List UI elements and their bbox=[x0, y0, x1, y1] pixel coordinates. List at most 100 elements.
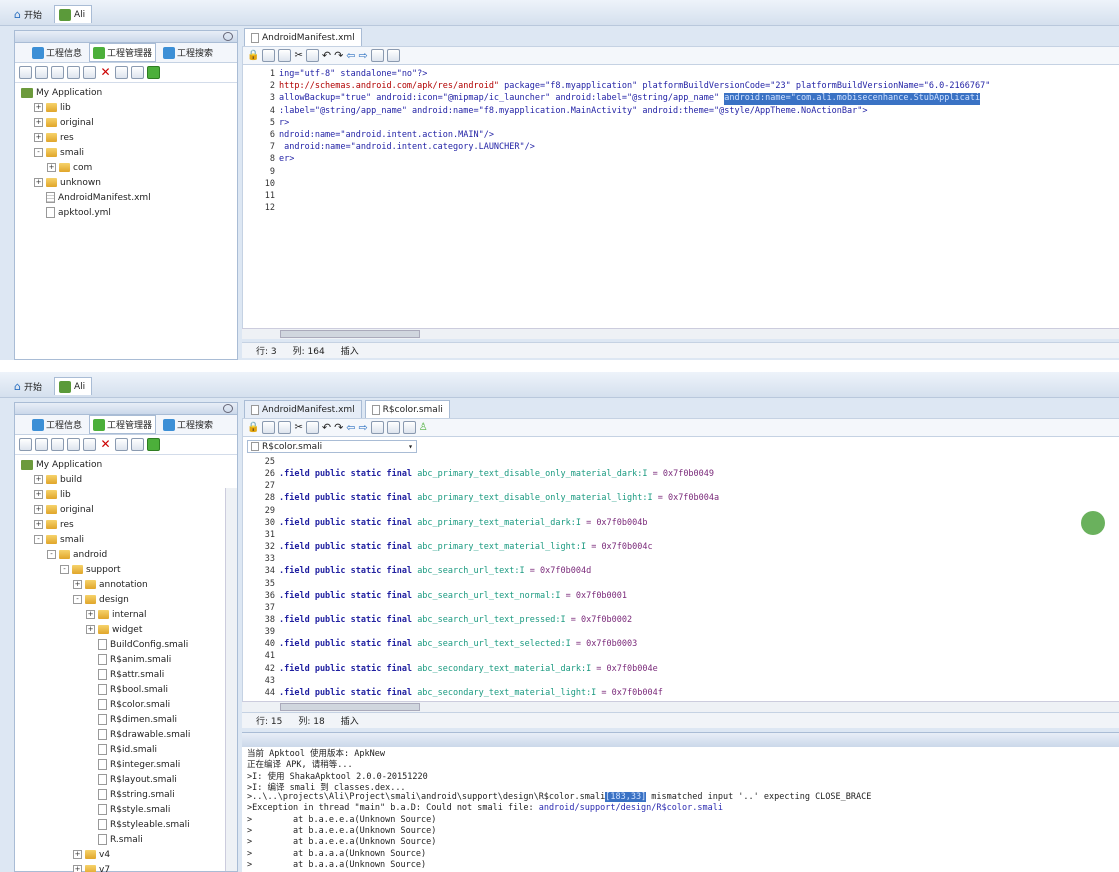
tab-project-search[interactable]: 工程搜索 bbox=[160, 44, 216, 61]
tab-project-info[interactable]: 工程信息 bbox=[29, 416, 85, 433]
collapse-icon[interactable]: - bbox=[34, 535, 43, 544]
tree-node[interactable]: R$string.smali bbox=[21, 787, 237, 802]
file-select[interactable]: R$color.smali ▾ bbox=[247, 440, 417, 453]
lock-icon[interactable]: 🔒 bbox=[247, 422, 259, 433]
paste-icon[interactable] bbox=[305, 421, 319, 434]
tree-node[interactable]: + lib bbox=[21, 487, 237, 502]
expand-icon[interactable]: + bbox=[34, 490, 43, 499]
expand-icon[interactable]: + bbox=[86, 625, 95, 634]
tab-home[interactable]: ⌂ 开始 bbox=[10, 377, 48, 395]
cut-icon[interactable]: ✂ bbox=[294, 422, 302, 433]
vertical-scrollbar[interactable] bbox=[225, 488, 237, 871]
tree-node[interactable]: + com bbox=[21, 160, 237, 175]
delete-icon[interactable]: ✕ bbox=[99, 438, 112, 451]
expand-icon[interactable]: + bbox=[47, 163, 56, 172]
code-editor[interactable]: 1 ing="utf-8" standalone="no"?> 2 http://sc… bbox=[242, 65, 1119, 328]
tree-node[interactable]: R$drawable.smali bbox=[21, 727, 237, 742]
undo-icon[interactable]: ↶ bbox=[322, 421, 331, 434]
horizontal-scrollbar[interactable] bbox=[242, 701, 1119, 712]
tab-project-manager[interactable]: 工程管理器 bbox=[89, 43, 157, 62]
list-icon[interactable] bbox=[402, 421, 416, 434]
tree-node[interactable]: R$attr.smali bbox=[21, 667, 237, 682]
tree-node[interactable]: + build bbox=[21, 472, 237, 487]
open-icon[interactable] bbox=[83, 438, 96, 451]
console-file-link[interactable]: android/support/design/R$color.smali bbox=[539, 803, 723, 813]
tree-node[interactable]: - smali bbox=[21, 145, 237, 160]
add-icon[interactable] bbox=[147, 438, 160, 451]
delete-icon[interactable]: ✕ bbox=[99, 66, 112, 79]
horizontal-scrollbar[interactable] bbox=[242, 328, 1119, 339]
tab-project-info[interactable]: 工程信息 bbox=[29, 44, 85, 61]
scroll-thumb[interactable] bbox=[280, 330, 420, 338]
tree-root[interactable]: My Application bbox=[21, 85, 237, 100]
page-icon[interactable] bbox=[131, 438, 144, 451]
expand-icon[interactable]: + bbox=[34, 118, 43, 127]
tree-node[interactable]: + annotation bbox=[21, 577, 237, 592]
tree-node[interactable]: R$layout.smali bbox=[21, 772, 237, 787]
tree-node[interactable]: R$dimen.smali bbox=[21, 712, 237, 727]
tree-node[interactable]: R$anim.smali bbox=[21, 652, 237, 667]
page-icon[interactable] bbox=[131, 66, 144, 79]
eye-icon[interactable] bbox=[223, 404, 233, 413]
expand-icon[interactable]: + bbox=[86, 610, 95, 619]
expand-icon[interactable]: + bbox=[73, 865, 82, 872]
copy-icon[interactable] bbox=[115, 438, 128, 451]
expand-icon[interactable]: + bbox=[73, 850, 82, 859]
forward-icon[interactable]: ⇨ bbox=[359, 49, 368, 62]
refresh-icon[interactable] bbox=[19, 438, 32, 451]
debug-icon[interactable]: ♙ bbox=[419, 422, 428, 433]
tree-node[interactable]: - smali bbox=[21, 532, 237, 547]
tab-home[interactable]: ⌂ 开始 bbox=[10, 5, 48, 23]
tab-project[interactable]: Ali bbox=[54, 377, 93, 395]
redo-icon[interactable]: ↷ bbox=[334, 49, 343, 62]
tree-node[interactable]: apktool.yml bbox=[21, 205, 237, 220]
find-icon[interactable] bbox=[67, 66, 80, 79]
forward-icon[interactable]: ⇨ bbox=[359, 421, 368, 434]
tree-node[interactable]: + original bbox=[21, 502, 237, 517]
tree-node[interactable]: + unknown bbox=[21, 175, 237, 190]
add-icon[interactable] bbox=[147, 66, 160, 79]
collapse-icon[interactable]: - bbox=[60, 565, 69, 574]
stop-icon[interactable] bbox=[51, 438, 64, 451]
editor-tab[interactable]: AndroidManifest.xml bbox=[244, 400, 362, 418]
tree-node[interactable]: - support bbox=[21, 562, 237, 577]
stop-icon[interactable] bbox=[51, 66, 64, 79]
undo-icon[interactable]: ↶ bbox=[322, 49, 331, 62]
tree-node[interactable]: R$id.smali bbox=[21, 742, 237, 757]
tree-node[interactable]: + internal bbox=[21, 607, 237, 622]
find-icon[interactable] bbox=[67, 438, 80, 451]
back-icon[interactable]: ⇦ bbox=[346, 49, 355, 62]
save-icon[interactable] bbox=[262, 49, 276, 62]
output-console[interactable]: 当前 Apktool 使用版本: ApkNew 正在编译 APK, 请稍等... >… bbox=[242, 732, 1119, 872]
collapse-icon[interactable]: - bbox=[47, 550, 56, 559]
eye-icon[interactable] bbox=[223, 32, 233, 41]
view-icon[interactable] bbox=[35, 438, 48, 451]
tab-project-manager[interactable]: 工程管理器 bbox=[89, 415, 157, 434]
redo-icon[interactable]: ↷ bbox=[334, 421, 343, 434]
collapse-icon[interactable]: - bbox=[73, 595, 82, 604]
editor-tab[interactable]: R$color.smali bbox=[364, 400, 450, 418]
tree-node[interactable]: AndroidManifest.xml bbox=[21, 190, 237, 205]
back-icon[interactable]: ⇦ bbox=[346, 421, 355, 434]
code-editor[interactable]: R$color.smali ▾ 25 26 .field public static… bbox=[242, 437, 1119, 701]
expand-icon[interactable]: + bbox=[34, 133, 43, 142]
format-icon[interactable] bbox=[370, 49, 384, 62]
view-icon[interactable] bbox=[35, 66, 48, 79]
tree-node[interactable]: BuildConfig.smali bbox=[21, 637, 237, 652]
format-icon[interactable] bbox=[370, 421, 384, 434]
tree-node[interactable]: + original bbox=[21, 115, 237, 130]
copy-icon[interactable] bbox=[115, 66, 128, 79]
scroll-thumb[interactable] bbox=[280, 703, 420, 711]
tree-node[interactable]: + v4 bbox=[21, 847, 237, 862]
tree-node[interactable]: + v7 bbox=[21, 862, 237, 872]
cut-icon[interactable]: ✂ bbox=[294, 50, 302, 61]
tree-node[interactable]: + lib bbox=[21, 100, 237, 115]
build-icon[interactable] bbox=[386, 421, 400, 434]
refresh-icon[interactable] bbox=[19, 66, 32, 79]
paste-icon[interactable] bbox=[305, 49, 319, 62]
tree-node[interactable]: R$style.smali bbox=[21, 802, 237, 817]
lock-icon[interactable]: 🔒 bbox=[247, 50, 259, 61]
tree-node[interactable]: R$bool.smali bbox=[21, 682, 237, 697]
tree-node[interactable]: + res bbox=[21, 517, 237, 532]
expand-icon[interactable]: + bbox=[34, 178, 43, 187]
